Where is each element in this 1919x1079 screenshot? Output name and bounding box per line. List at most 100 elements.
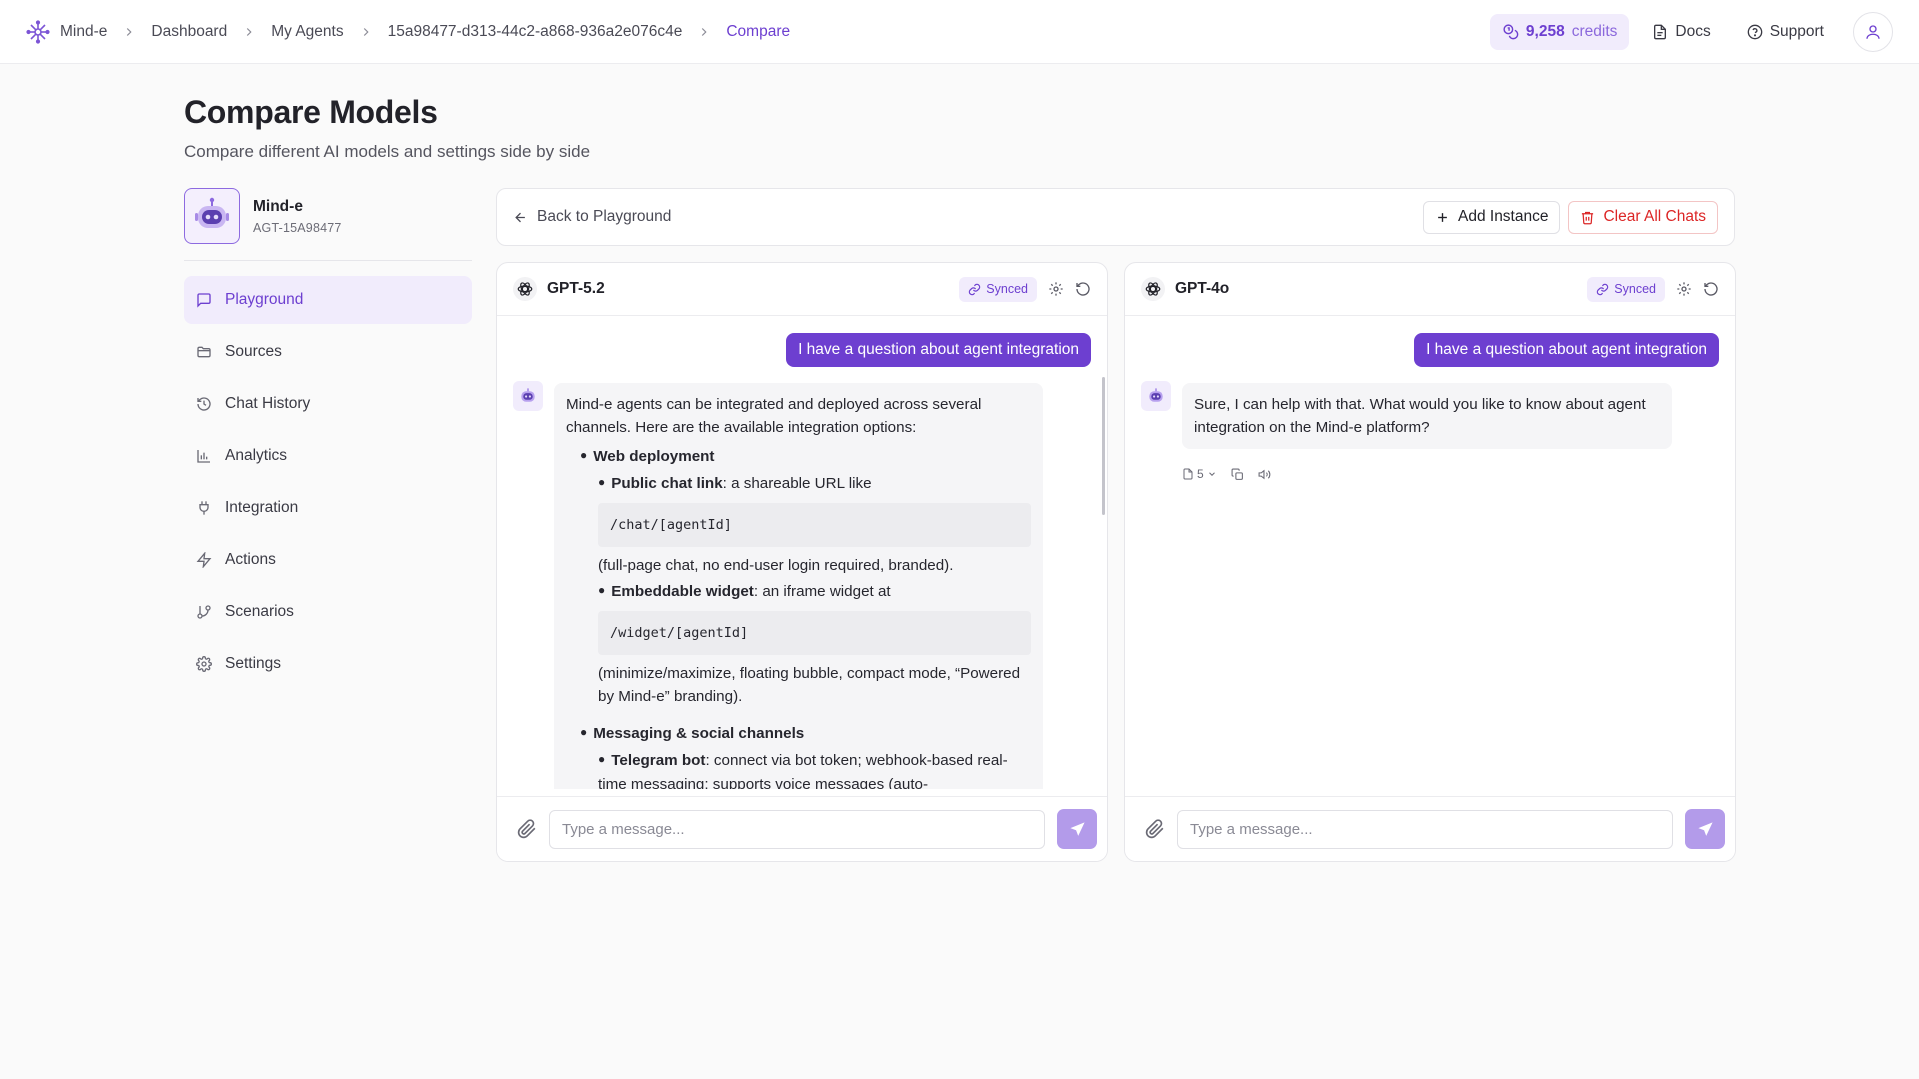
link-icon — [1597, 283, 1609, 295]
chevron-right-icon — [247, 27, 252, 36]
panel-header: GPT-5.2 Synced — [497, 263, 1107, 316]
breadcrumb-my-agents[interactable]: My Agents — [271, 23, 343, 41]
widget-label: Embeddable widget — [611, 583, 754, 600]
paperclip-icon[interactable] — [1145, 819, 1165, 839]
sidebar-divider — [184, 260, 472, 261]
help-circle-icon — [1747, 24, 1763, 39]
robot-icon — [521, 388, 535, 402]
list-item: ● Telegram bot: connect via bot token; we… — [598, 749, 1031, 789]
openai-icon — [1141, 277, 1165, 301]
sidebar-item-playground[interactable]: Playground — [184, 276, 472, 324]
message-composer — [497, 796, 1107, 861]
scrollbar[interactable] — [1102, 377, 1105, 515]
docs-link[interactable]: Docs — [1639, 14, 1723, 50]
back-to-playground-link[interactable]: Back to Playground — [513, 208, 671, 226]
sidebar-item-label: Analytics — [225, 447, 288, 464]
user-menu-button[interactable] — [1853, 11, 1893, 52]
gear-icon — [196, 656, 212, 672]
credits-badge[interactable]: 9,258 credits — [1489, 13, 1630, 50]
openai-icon — [513, 277, 537, 301]
link-icon — [969, 283, 981, 295]
synced-badge[interactable]: Synced — [959, 276, 1037, 302]
model-name[interactable]: GPT-4o — [1175, 280, 1229, 298]
widget-note: (minimize/maximize, floating bubble, com… — [598, 665, 1021, 705]
sidebar-item-settings[interactable]: Settings — [184, 640, 472, 688]
list-item: ● Web deployment — [580, 448, 715, 465]
bot-avatar — [513, 381, 543, 411]
sources-dropdown[interactable]: 5 — [1182, 467, 1217, 481]
support-link[interactable]: Support — [1734, 14, 1837, 50]
sidebar-item-scenarios[interactable]: Scenarios — [184, 588, 472, 636]
sidebar-item-analytics[interactable]: Analytics — [184, 432, 472, 480]
gear-icon[interactable] — [1676, 281, 1692, 297]
plus-icon — [1438, 212, 1447, 222]
message-actions: 5 — [1182, 467, 1271, 481]
web-heading: Web deployment — [593, 448, 715, 465]
bot-avatar — [1141, 381, 1171, 411]
reset-icon[interactable] — [1703, 281, 1719, 297]
sidebar-item-actions[interactable]: Actions — [184, 536, 472, 584]
chat-thread[interactable]: I have a question about agent integratio… — [497, 317, 1107, 789]
public-link-text: : a shareable URL like — [722, 475, 872, 492]
folder-icon — [197, 346, 211, 358]
bot-message: Sure, I can help with that. What would y… — [1182, 383, 1672, 449]
chevron-right-icon — [702, 27, 707, 36]
sidebar-item-sources[interactable]: Sources — [184, 328, 472, 376]
home-link[interactable]: Mind-e — [26, 19, 108, 44]
plug-icon — [199, 501, 209, 515]
bot-message: Mind-e agents can be integrated and depl… — [554, 383, 1043, 789]
add-instance-label: Add Instance — [1458, 208, 1549, 225]
copy-icon[interactable] — [1231, 468, 1244, 481]
coins-icon — [1503, 24, 1519, 40]
code-block: /chat/[agentId] — [598, 503, 1031, 547]
send-button[interactable] — [1057, 809, 1097, 849]
chevron-right-icon — [363, 27, 369, 36]
breadcrumb-agent-id[interactable]: 15a98477-d313-44c2-a868-936a2e076c4e — [388, 23, 683, 41]
history-icon — [197, 397, 211, 411]
synced-badge[interactable]: Synced — [1587, 276, 1665, 302]
robot-icon — [195, 197, 229, 228]
gear-icon[interactable] — [1048, 281, 1064, 297]
public-link-note: (full-page chat, no end-user login requi… — [598, 557, 954, 574]
clear-all-label: Clear All Chats — [1603, 208, 1706, 225]
send-icon — [1069, 821, 1085, 836]
breadcrumb-compare: Compare — [726, 22, 791, 40]
back-label: Back to Playground — [537, 208, 672, 225]
sidebar-item-label: Sources — [225, 343, 282, 360]
sidebar-item-chat-history[interactable]: Chat History — [184, 380, 472, 428]
reset-icon[interactable] — [1075, 281, 1091, 297]
mind-e-logo-icon — [26, 19, 50, 44]
sidebar-item-label: Playground — [225, 291, 304, 308]
send-icon — [1697, 821, 1713, 836]
credits-unit: credits — [1571, 22, 1618, 40]
message-composer — [1125, 796, 1735, 861]
code-block: /widget/[agentId] — [598, 611, 1031, 655]
clear-all-chats-button[interactable]: Clear All Chats — [1568, 200, 1718, 234]
trash-icon — [1582, 211, 1594, 224]
message-input[interactable] — [1177, 809, 1673, 849]
app-name: Mind-e — [60, 22, 108, 40]
message-input[interactable] — [549, 809, 1045, 849]
list-item: ● Public chat link: a shareable URL like — [598, 475, 872, 492]
agent-avatar — [184, 188, 240, 244]
agent-id: AGT-15A98477 — [253, 220, 342, 235]
add-instance-button[interactable]: Add Instance — [1423, 200, 1561, 234]
chevron-down-icon — [1208, 472, 1215, 476]
synced-label: Synced — [986, 282, 1028, 296]
send-button[interactable] — [1685, 809, 1725, 849]
model-name[interactable]: GPT-5.2 — [547, 280, 605, 298]
breadcrumb-dashboard[interactable]: Dashboard — [151, 23, 227, 41]
sidebar-item-label: Scenarios — [225, 603, 294, 620]
paperclip-icon[interactable] — [517, 819, 537, 839]
agent-card: Mind-e AGT-15A98477 — [184, 188, 472, 244]
chat-thread[interactable]: I have a question about agent integratio… — [1125, 317, 1735, 789]
sidebar-item-label: Actions — [225, 551, 276, 568]
sidebar-item-integration[interactable]: Integration — [184, 484, 472, 532]
speaker-icon[interactable] — [1258, 468, 1271, 481]
sources-count: 5 — [1197, 467, 1204, 481]
credits-value: 9,258 — [1525, 22, 1565, 40]
messaging-heading: Messaging & social channels — [593, 725, 805, 742]
synced-label: Synced — [1614, 282, 1656, 296]
zap-icon — [196, 552, 212, 568]
document-icon — [1654, 24, 1667, 39]
